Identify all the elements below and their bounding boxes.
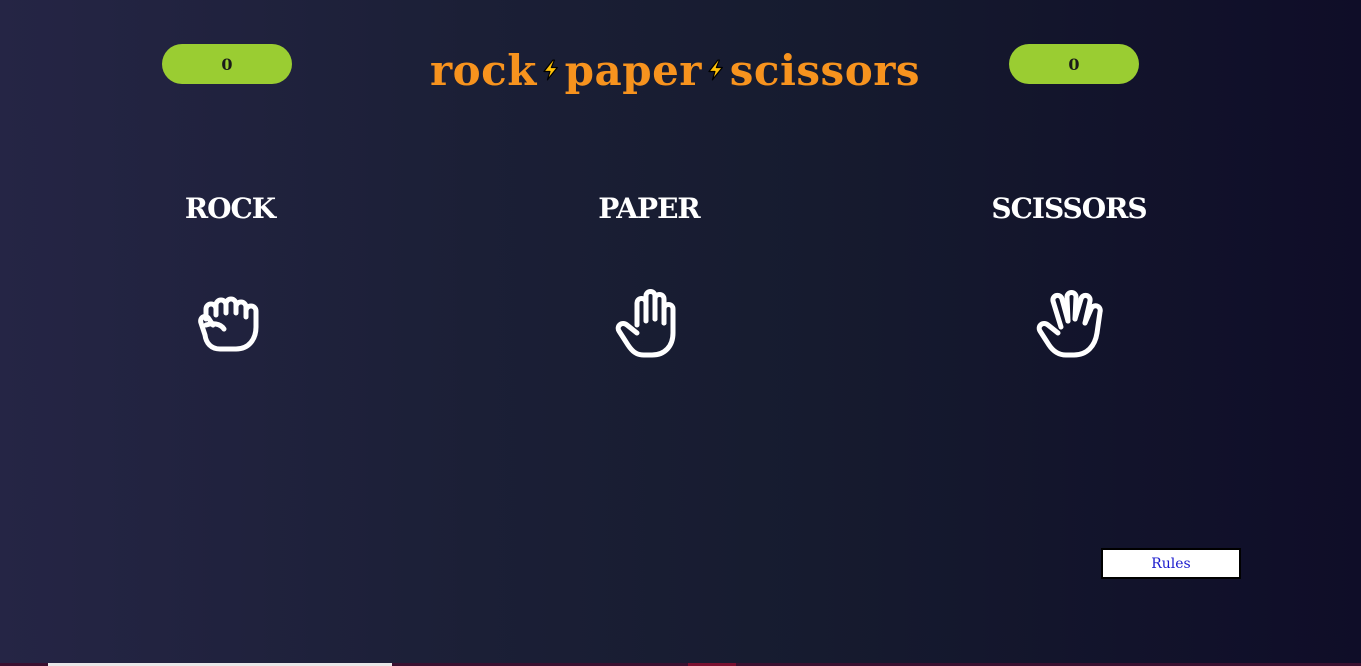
choice-scissors[interactable]: SCISSORS: [969, 185, 1169, 361]
computer-score-value: 0: [1068, 54, 1080, 74]
choice-rock[interactable]: ROCK: [130, 185, 330, 361]
fist-icon[interactable]: [192, 285, 268, 361]
page-title: rock paper scissors: [430, 40, 920, 100]
computer-score-badge: 0: [1009, 44, 1139, 84]
choice-paper-label: PAPER: [598, 192, 700, 225]
lightning-bolt-icon: [543, 59, 558, 81]
choice-rock-label: ROCK: [184, 192, 276, 225]
open-hand-icon[interactable]: [611, 285, 687, 361]
choice-scissors-label: SCISSORS: [991, 192, 1147, 225]
player-score-badge: 0: [162, 44, 292, 84]
vulcan-salute-icon[interactable]: [1031, 285, 1107, 361]
title-paper: paper: [564, 45, 702, 95]
rules-button[interactable]: Rules: [1101, 548, 1241, 579]
choice-paper[interactable]: PAPER: [549, 185, 749, 361]
lightning-bolt-icon: [708, 59, 723, 81]
title-scissors: scissors: [729, 45, 920, 95]
player-score-value: 0: [221, 54, 233, 74]
title-rock: rock: [430, 45, 537, 95]
